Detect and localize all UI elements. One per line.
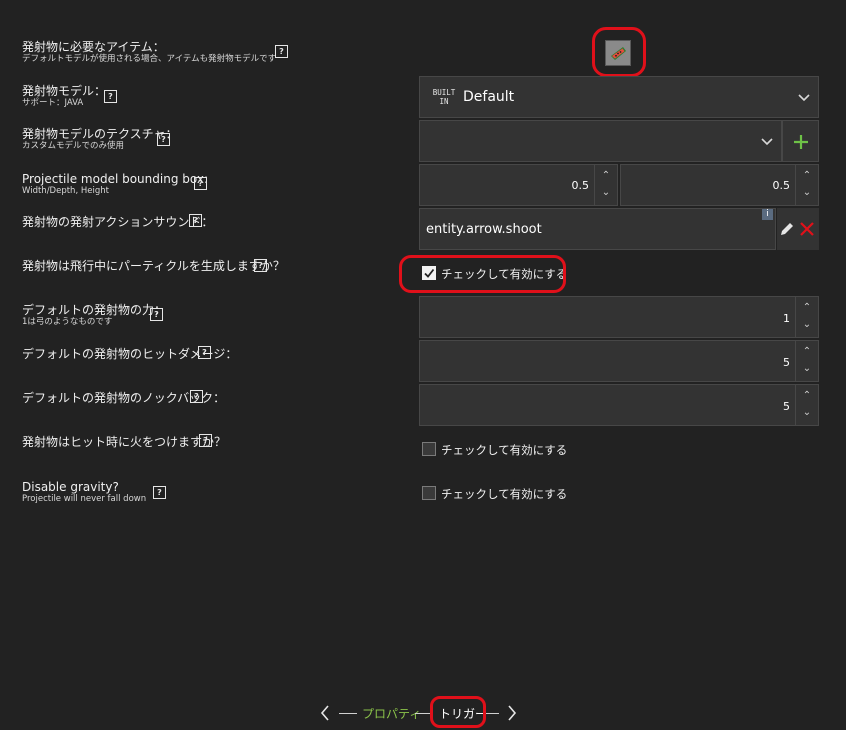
label-shoot-sound: 発射物の発射アクションサウンド： — [22, 215, 214, 229]
sub-bounding-box: Width/Depth, Height — [22, 186, 109, 196]
label-projectile-model: 発射物モデル： — [22, 84, 107, 98]
spin-up-icon[interactable]: ⌃ — [796, 170, 818, 181]
row-model-texture: 発射物モデルのテクスチャ： カスタムモデルでのみ使用 — [22, 127, 178, 152]
spin-down-icon[interactable]: ⌄ — [796, 319, 818, 330]
spin-down-icon[interactable]: ⌄ — [796, 363, 818, 374]
row-shoot-sound: 発射物の発射アクションサウンド： — [22, 215, 213, 229]
fire-checkbox[interactable] — [422, 442, 436, 456]
help-icon[interactable]: ? — [198, 346, 211, 359]
bbox-width-value: 0.5 — [571, 179, 590, 192]
damage-spinner[interactable]: ⌃ ⌄ — [795, 341, 818, 381]
help-icon[interactable]: ? — [104, 90, 117, 103]
chevron-right-icon[interactable] — [507, 705, 517, 721]
projectile-model-select[interactable]: BUILT IN Default — [419, 76, 819, 118]
bbox-height-value: 0.5 — [772, 179, 791, 192]
spin-up-icon[interactable]: ⌃ — [595, 170, 617, 181]
nav-line — [485, 713, 499, 714]
hit-damage-input[interactable]: 5 ⌃ ⌄ — [419, 340, 819, 382]
bbox-width-input[interactable]: 0.5 ⌃ ⌄ — [419, 164, 618, 206]
remove-icon[interactable] — [800, 222, 814, 236]
sub-gravity: Projectile will never fall down — [22, 494, 147, 504]
knockback-value: 5 — [783, 400, 790, 413]
builtin-badge: BUILT IN — [430, 88, 458, 106]
projectile-power-input[interactable]: 1 ⌃ ⌄ — [419, 296, 819, 338]
label-required-item: 発射物に必要なアイテム： — [22, 40, 165, 54]
gravity-checkbox-label[interactable]: チェックして有効にする — [441, 486, 567, 502]
nav-prev-properties[interactable]: プロパティ — [362, 705, 421, 722]
bbox-height-input[interactable]: 0.5 ⌃ ⌄ — [620, 164, 819, 206]
sub-projectile-model: サポート：JAVA — [22, 98, 84, 108]
nav-current-highlight — [430, 696, 486, 728]
row-fire: 発射物はヒット時に火をつけますか？ — [22, 435, 226, 449]
spin-down-icon[interactable]: ⌄ — [796, 407, 818, 418]
spin-up-icon[interactable]: ⌃ — [796, 346, 818, 357]
chevron-down-icon — [798, 94, 810, 102]
help-icon[interactable]: ? — [275, 45, 288, 58]
bbox-width-spinner[interactable]: ⌃ ⌄ — [594, 165, 617, 205]
particles-highlight — [399, 255, 566, 293]
label-fire: 発射物はヒット時に火をつけますか？ — [22, 435, 227, 449]
pencil-icon — [781, 223, 793, 235]
sub-model-texture: カスタムモデルでのみ使用 — [22, 141, 125, 151]
badge-bottom: IN — [439, 97, 449, 106]
hit-damage-value: 5 — [783, 356, 790, 369]
spin-up-icon[interactable]: ⌃ — [796, 390, 818, 401]
badge-top: BUILT — [432, 88, 456, 97]
power-spinner[interactable]: ⌃ ⌄ — [795, 297, 818, 337]
row-projectile-model: 発射物モデル： サポート：JAVA — [22, 84, 106, 109]
help-icon[interactable]: ? — [194, 177, 207, 190]
row-bounding-box: Projectile model bounding box: Width/Dep… — [22, 172, 208, 197]
chevron-down-icon — [761, 138, 773, 146]
sub-power: 1は弓のようなものです — [22, 317, 113, 327]
help-icon[interactable]: ? — [150, 308, 163, 321]
help-icon[interactable]: ? — [157, 133, 170, 146]
nav-line — [339, 713, 357, 714]
gravity-checkbox[interactable] — [422, 486, 436, 500]
row-required-item: 発射物に必要なアイテム： デフォルトモデルが使用される場合、アイテムも発射物モデ… — [22, 40, 276, 65]
info-icon[interactable]: i — [762, 209, 773, 220]
sub-required-item: デフォルトモデルが使用される場合、アイテムも発射物モデルです — [22, 54, 277, 64]
projectile-model-value: Default — [463, 89, 515, 105]
row-gravity: Disable gravity? Projectile will never f… — [22, 480, 146, 505]
label-bounding-box: Projectile model bounding box: — [22, 172, 208, 186]
help-icon[interactable]: ? — [199, 434, 212, 447]
knockback-input[interactable]: 5 ⌃ ⌄ — [419, 384, 819, 426]
shoot-sound-field[interactable]: entity.arrow.shoot i — [419, 208, 776, 250]
edit-sound-button[interactable] — [777, 208, 819, 250]
projectile-power-value: 1 — [783, 312, 790, 325]
bbox-height-spinner[interactable]: ⌃ ⌄ — [795, 165, 818, 205]
spin-up-icon[interactable]: ⌃ — [796, 302, 818, 313]
label-power: デフォルトの発射物の力： — [22, 303, 167, 317]
chevron-left-icon[interactable] — [320, 705, 330, 721]
spin-down-icon[interactable]: ⌄ — [796, 187, 818, 198]
plus-icon — [794, 135, 808, 149]
label-gravity: Disable gravity? — [22, 480, 119, 494]
help-icon[interactable]: ? — [153, 486, 166, 499]
row-power: デフォルトの発射物の力： 1は弓のようなものです — [22, 303, 166, 328]
row-particles: 発射物は飛行中にパーティクルを生成しますか？ — [22, 259, 285, 273]
help-icon[interactable]: ? — [254, 259, 267, 272]
add-texture-button[interactable] — [782, 120, 819, 162]
spin-down-icon[interactable]: ⌄ — [595, 187, 617, 198]
help-icon[interactable]: ? — [189, 214, 202, 227]
item-slot-highlight — [592, 27, 646, 77]
help-icon[interactable]: ? — [190, 390, 203, 403]
knockback-spinner[interactable]: ⌃ ⌄ — [795, 385, 818, 425]
fire-checkbox-label[interactable]: チェックして有効にする — [441, 442, 567, 458]
label-particles: 発射物は飛行中にパーティクルを生成しますか？ — [22, 259, 285, 273]
label-model-texture: 発射物モデルのテクスチャ： — [22, 127, 178, 141]
model-texture-select[interactable] — [419, 120, 782, 162]
shoot-sound-value: entity.arrow.shoot — [426, 222, 542, 237]
